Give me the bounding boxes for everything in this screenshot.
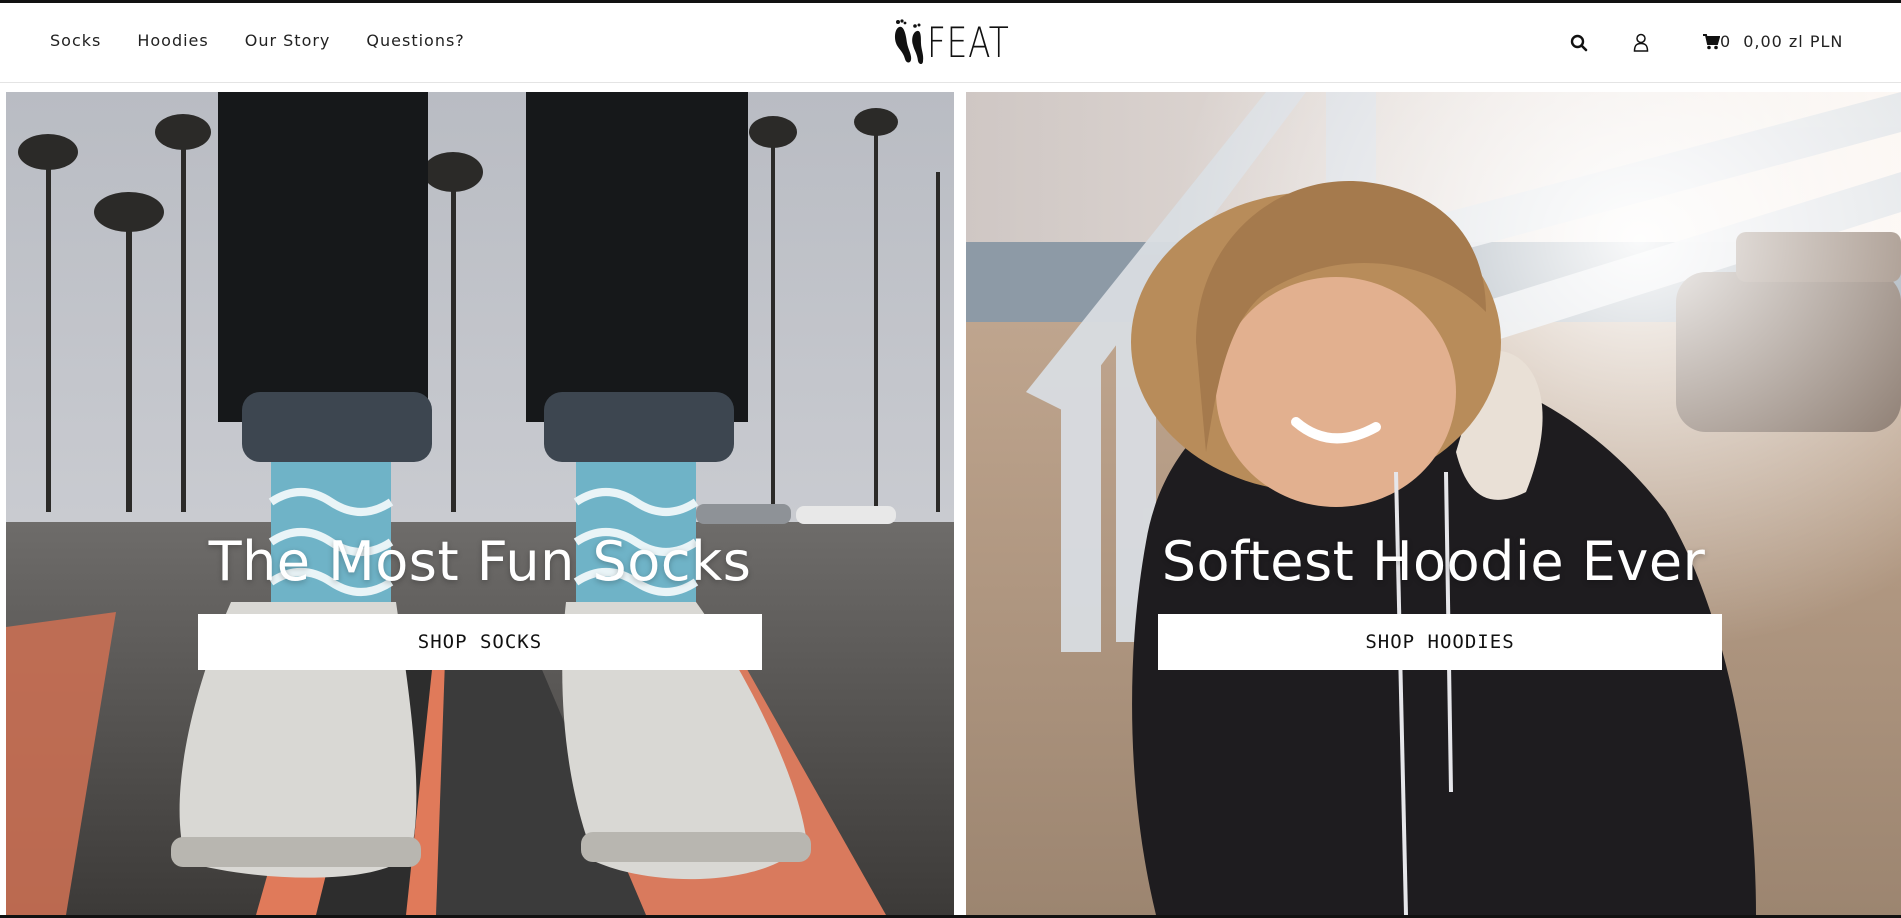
- hero-socks: The Most Fun Socks SHOP SOCKS: [6, 92, 954, 915]
- search-button[interactable]: [1570, 34, 1588, 52]
- user-icon: [1633, 33, 1649, 52]
- cart-total: 0,00 zl PLN: [1743, 32, 1844, 51]
- shop-socks-button[interactable]: SHOP SOCKS: [198, 614, 762, 670]
- hero-hoodies: Softest Hoodie Ever SHOP HOODIES: [966, 92, 1901, 915]
- cart-button[interactable]: 0 0,00 zl PLN: [1703, 32, 1843, 51]
- search-icon: [1570, 34, 1588, 52]
- hero-socks-title: The Most Fun Socks: [208, 530, 752, 593]
- hoodie-hero-image: [966, 92, 1901, 915]
- cart-icon: [1703, 33, 1720, 49]
- header-actions: 0 0,00 zl PLN: [0, 31, 1901, 59]
- socks-hero-image: [6, 92, 954, 915]
- cart-count: 0: [1720, 32, 1732, 51]
- hero-hoodies-title: Softest Hoodie Ever: [1161, 530, 1706, 593]
- site-header: Socks Hoodies Our Story Questions? FEAT: [0, 3, 1901, 83]
- shop-hoodies-button[interactable]: SHOP HOODIES: [1158, 614, 1722, 670]
- account-button[interactable]: [1633, 33, 1649, 53]
